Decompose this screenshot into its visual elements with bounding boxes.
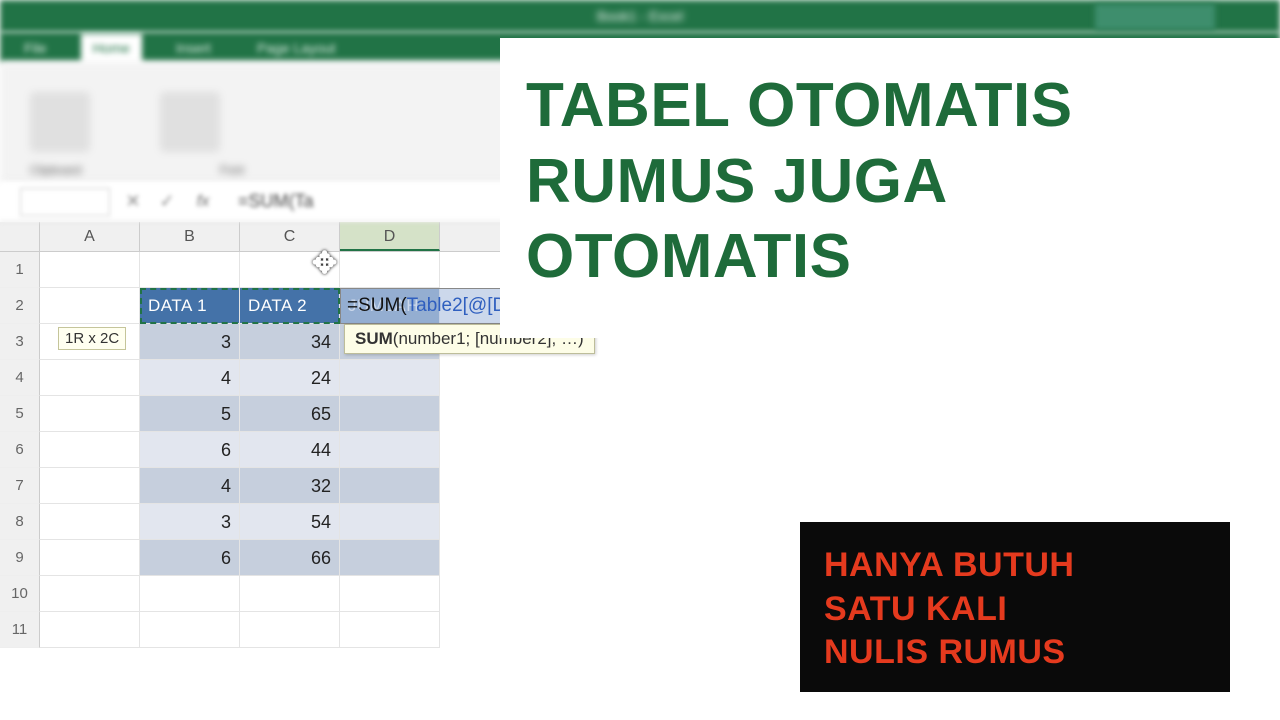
cell[interactable]: [40, 576, 140, 612]
cell-jumlah[interactable]: [340, 504, 440, 540]
subtitle-line: NULIS RUMUS: [824, 631, 1206, 675]
row-header[interactable]: 4: [0, 360, 40, 396]
formula-prefix: =SUM(: [347, 295, 407, 317]
row-header[interactable]: 10: [0, 576, 40, 612]
row-header[interactable]: 1: [0, 252, 40, 288]
cell-data2[interactable]: 24: [240, 360, 340, 396]
cell[interactable]: [40, 504, 140, 540]
col-header-d[interactable]: D: [340, 222, 440, 251]
col-header-a[interactable]: A: [40, 222, 140, 251]
cell[interactable]: [40, 288, 140, 324]
subtitle-line: SATU KALI: [824, 588, 1206, 632]
grid-row: 4 4 24: [0, 360, 1280, 396]
table-header-data1[interactable]: DATA 1: [140, 288, 240, 324]
cell[interactable]: [40, 432, 140, 468]
cell[interactable]: [40, 360, 140, 396]
cell-data2[interactable]: 32: [240, 468, 340, 504]
cell-data1[interactable]: 5: [140, 396, 240, 432]
cell[interactable]: [340, 612, 440, 648]
row-header[interactable]: 9: [0, 540, 40, 576]
cell[interactable]: [40, 396, 140, 432]
title-card: TABEL OTOMATIS RUMUS JUGA OTOMATIS: [500, 38, 1280, 338]
tooltip-fn-name: SUM: [355, 329, 393, 348]
cell[interactable]: [240, 576, 340, 612]
table-header-data2[interactable]: DATA 2: [240, 288, 340, 324]
group-label-font: Font: [220, 163, 244, 177]
cell-data2[interactable]: 65: [240, 396, 340, 432]
cell-jumlah[interactable]: [340, 432, 440, 468]
context-tab-badge: [1095, 4, 1215, 30]
row-header[interactable]: 11: [0, 612, 40, 648]
subtitle-card: HANYA BUTUH SATU KALI NULIS RUMUS: [800, 522, 1230, 692]
cancel-icon[interactable]: ✕: [122, 191, 144, 212]
subtitle-line: HANYA BUTUH: [824, 544, 1206, 588]
tab-file[interactable]: File: [12, 34, 59, 62]
title-line: OTOMATIS: [526, 219, 1254, 295]
fx-icon[interactable]: fx: [190, 193, 216, 211]
grid-row: 5 5 65: [0, 396, 1280, 432]
cell-jumlah[interactable]: [340, 468, 440, 504]
cell-data1[interactable]: 4: [140, 468, 240, 504]
enter-icon[interactable]: ✓: [156, 191, 178, 212]
row-header[interactable]: 5: [0, 396, 40, 432]
font-group[interactable]: [160, 92, 220, 152]
cell[interactable]: [140, 612, 240, 648]
row-header[interactable]: 8: [0, 504, 40, 540]
cell-jumlah[interactable]: [340, 360, 440, 396]
select-all-corner[interactable]: [0, 222, 40, 251]
cell-data1[interactable]: 4: [140, 360, 240, 396]
name-box[interactable]: [20, 188, 110, 216]
cell[interactable]: [140, 252, 240, 288]
grid-row: 7 4 32: [0, 468, 1280, 504]
tab-page-layout[interactable]: Page Layout: [245, 34, 348, 62]
title-bar: Book1 - Excel: [0, 0, 1280, 32]
tab-home[interactable]: Home: [81, 34, 142, 62]
paste-button[interactable]: [30, 92, 90, 152]
cell-data2[interactable]: 44: [240, 432, 340, 468]
cell[interactable]: [40, 540, 140, 576]
cell[interactable]: [340, 576, 440, 612]
cell-data2[interactable]: 34: [240, 324, 340, 360]
row-header[interactable]: 3: [0, 324, 40, 360]
cell-jumlah[interactable]: [340, 540, 440, 576]
selection-size-tag: 1R x 2C: [58, 327, 126, 350]
cell[interactable]: [40, 468, 140, 504]
cell-data1[interactable]: 3: [140, 324, 240, 360]
cell[interactable]: [340, 252, 440, 288]
col-header-b[interactable]: B: [140, 222, 240, 251]
cell-data2[interactable]: 54: [240, 504, 340, 540]
cell-data1[interactable]: 6: [140, 540, 240, 576]
title-line: RUMUS JUGA: [526, 144, 1254, 220]
col-header-c[interactable]: C: [240, 222, 340, 251]
tab-insert[interactable]: Insert: [164, 34, 223, 62]
cell-data2[interactable]: 66: [240, 540, 340, 576]
cell[interactable]: [240, 252, 340, 288]
window-title: Book1 - Excel: [0, 0, 1280, 32]
cell[interactable]: [240, 612, 340, 648]
cell[interactable]: [140, 576, 240, 612]
title-line: TABEL OTOMATIS: [526, 68, 1254, 144]
row-header[interactable]: 2: [0, 288, 40, 324]
cell-data1[interactable]: 3: [140, 504, 240, 540]
group-label-clipboard: Clipboard: [30, 163, 81, 177]
cell[interactable]: [40, 612, 140, 648]
cell-data1[interactable]: 6: [140, 432, 240, 468]
row-header[interactable]: 7: [0, 468, 40, 504]
grid-row: 6 6 44: [0, 432, 1280, 468]
row-header[interactable]: 6: [0, 432, 40, 468]
cell[interactable]: [40, 252, 140, 288]
cell-jumlah[interactable]: [340, 396, 440, 432]
